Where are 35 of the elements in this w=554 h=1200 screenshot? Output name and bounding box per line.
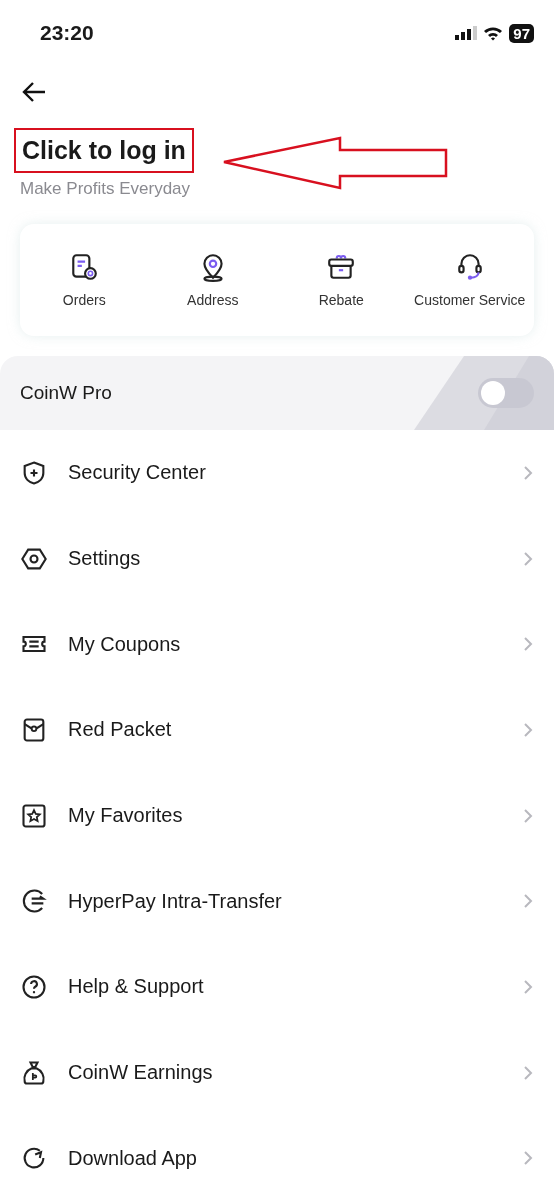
menu-item[interactable]: Red Packet (68, 718, 502, 742)
shortcut-item[interactable]: Customer Service (405, 252, 534, 308)
menu-item[interactable]: HyperPay Intra-Transfer (68, 889, 502, 913)
chevron-right-icon (522, 636, 534, 653)
transfer-icon (20, 887, 48, 916)
subtitle: Make Profits Everyday (20, 179, 192, 199)
menu-item[interactable]: My Favorites (68, 804, 502, 828)
shortcut-item[interactable]: Orders (20, 252, 149, 308)
chevron-right-icon (522, 1064, 534, 1081)
chevron-right-icon (522, 978, 534, 995)
chevron-right-icon (522, 1150, 534, 1167)
money-bag-icon (20, 1058, 48, 1087)
shortcut-item[interactable]: Rebate (277, 252, 406, 308)
pro-mode-label: CoinW Pro (20, 382, 113, 404)
help-icon (20, 972, 48, 1001)
menu-item[interactable]: My Coupons (68, 632, 502, 656)
orders-icon (69, 252, 100, 282)
chevron-right-icon (522, 893, 534, 910)
status-time: 23:20 (40, 21, 95, 45)
signal-icon (455, 26, 478, 40)
menu-item[interactable]: Download App (68, 1146, 502, 1170)
chevron-right-icon (522, 807, 534, 824)
login-link[interactable]: Click to log in (14, 128, 194, 173)
battery-level: 97 (509, 23, 534, 43)
chevron-right-icon (522, 464, 534, 481)
shortcut-item[interactable]: Address (148, 252, 277, 308)
wifi-icon (483, 25, 504, 41)
menu-item[interactable]: Security Center (68, 461, 502, 485)
menu-item[interactable]: Settings (68, 547, 502, 571)
menu-item[interactable]: Help & Support (68, 975, 502, 999)
chevron-right-icon (522, 550, 534, 567)
pro-mode-toggle[interactable] (478, 378, 534, 408)
gift-box-icon (326, 252, 357, 282)
chevron-right-icon (522, 721, 534, 738)
menu-item[interactable]: CoinW Earnings (68, 1061, 502, 1085)
